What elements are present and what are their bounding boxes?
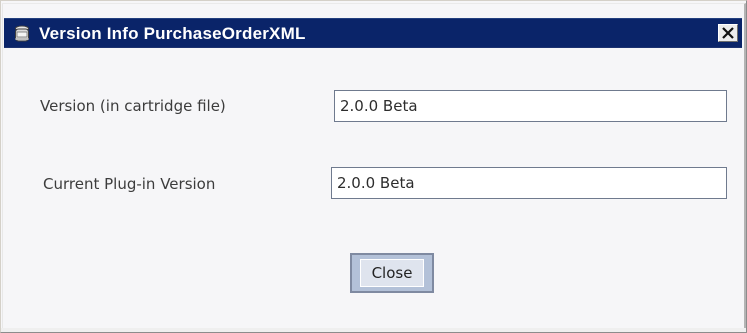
cartridge-version-label: Version (in cartridge file) [40, 97, 226, 115]
window-titlebar[interactable]: Version Info PurchaseOrderXML [4, 18, 742, 48]
plugin-version-label: Current Plug-in Version [43, 175, 216, 193]
dialog-bottom-edge [1, 328, 746, 332]
close-button[interactable]: Close [350, 253, 434, 293]
close-x-icon [722, 27, 734, 39]
jar-icon [12, 24, 32, 44]
close-button-label: Close [371, 264, 413, 282]
version-info-dialog: Version Info PurchaseOrderXML Version (i… [0, 0, 747, 333]
close-button-face[interactable]: Close [360, 259, 424, 287]
close-window-button[interactable] [718, 24, 738, 42]
cartridge-version-field[interactable]: 2.0.0 Beta [334, 90, 727, 122]
window-title: Version Info PurchaseOrderXML [39, 24, 306, 43]
dialog-content: Version (in cartridge file) 2.0.0 Beta C… [4, 48, 742, 308]
plugin-version-field[interactable]: 2.0.0 Beta [331, 167, 727, 199]
